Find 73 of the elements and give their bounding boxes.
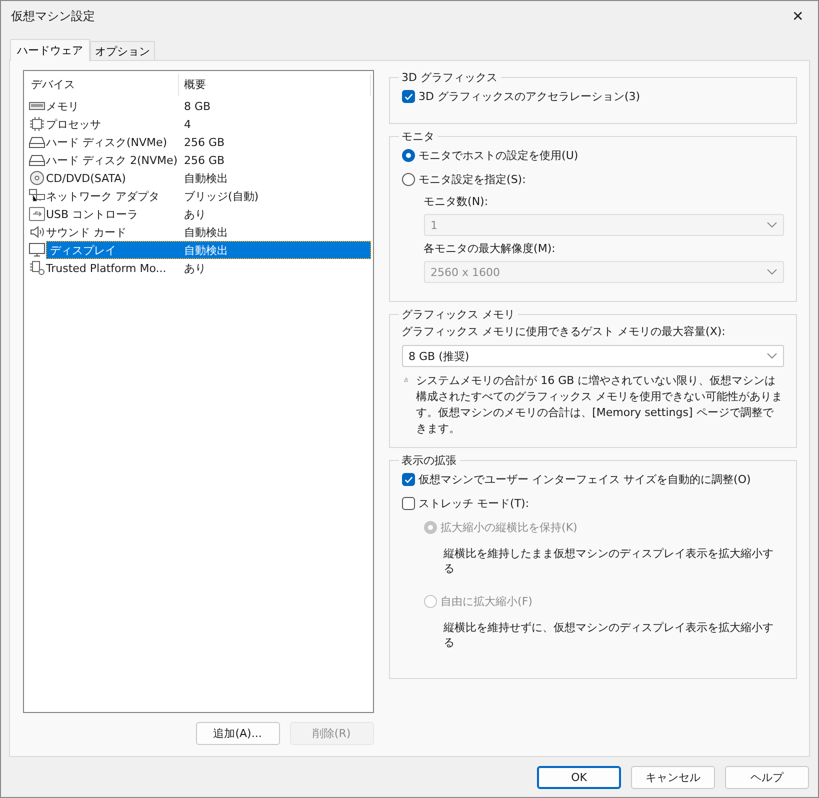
device-summary: 256 GB — [183, 136, 226, 148]
button[interactable]: ヘルプ — [725, 766, 809, 789]
button[interactable]: キャンセル — [631, 766, 715, 789]
device-name: サウンド カード — [46, 224, 126, 240]
device-name: プロセッサ — [46, 116, 101, 132]
device-summary: 4 — [183, 118, 192, 130]
radio-label[interactable]: モニタ設定を指定(S): — [418, 172, 526, 186]
device-name: ハード ディスク(NVMe) — [46, 134, 168, 150]
device-summary: 256 GB — [183, 154, 226, 166]
description-text: 縦横比を維持したまま仮想マシンのディスプレイ表示を拡大縮小する — [442, 546, 775, 577]
radio-button[interactable] — [402, 148, 415, 162]
checkbox[interactable] — [402, 472, 415, 486]
device-name: メモリ — [46, 98, 79, 114]
device-name: ディスプレイ — [50, 242, 116, 258]
button[interactable]: 追加(A)... — [196, 722, 280, 745]
checkbox-label[interactable]: 3D グラフィックスのアクセラレーション(3) — [418, 88, 640, 104]
drive-icon — [29, 135, 45, 149]
group-title: 表示の拡張 — [400, 453, 458, 468]
device-summary: あり — [183, 260, 207, 276]
list-row[interactable]: サウンド カード 自動検出 — [26, 223, 371, 241]
list-row[interactable]: ハード ディスク 2(NVMe) 256 GB — [26, 151, 371, 169]
column-header[interactable]: 概要 — [179, 74, 371, 96]
checkbox[interactable] — [402, 90, 415, 102]
checkbox-label[interactable]: 仮想マシンでユーザー インターフェイス サイズを自動的に調整(O) — [418, 472, 751, 486]
group-title: グラフィックス メモリ — [400, 307, 516, 322]
field-label: モニタ数(N): — [424, 194, 490, 209]
checkbox[interactable] — [402, 496, 415, 510]
group-title: モニタ — [400, 129, 436, 144]
field-label: グラフィックス メモリに使用できるゲスト メモリの最大容量(X): — [402, 324, 726, 339]
network-icon — [29, 189, 45, 203]
device-name: USB コントローラ — [46, 206, 138, 222]
tab[interactable]: オプション — [90, 41, 155, 60]
device-name: ネットワーク アダプタ — [46, 188, 160, 204]
list-row[interactable]: ハード ディスク(NVMe) 256 GB — [26, 133, 371, 151]
field-label: 各モニタの最大解像度(M): — [424, 241, 556, 256]
list-row[interactable]: USB コントローラ あり — [26, 205, 371, 223]
device-summary: 自動検出 — [183, 224, 229, 240]
description-text: 縦横比を維持せずに、仮想マシンのディスプレイ表示を拡大縮小する — [442, 620, 775, 651]
device-name: CD/DVD(SATA) — [46, 172, 126, 184]
list-row[interactable]: Trusted Platform Mo... あり — [26, 259, 371, 277]
button[interactable]: OK — [537, 766, 621, 789]
window-title: 仮想マシン設定 — [11, 8, 95, 24]
device-summary: 8 GB — [183, 100, 212, 112]
list-row[interactable]: ネットワーク アダプタ ブリッジ(自動) — [26, 187, 371, 205]
chevron-icon — [767, 353, 777, 359]
chevron-icon — [767, 269, 777, 275]
close-button[interactable]: ✕ — [788, 8, 808, 24]
radio-button[interactable] — [402, 172, 415, 186]
device-name: Trusted Platform Mo... — [46, 262, 166, 274]
device-summary: あり — [183, 206, 207, 222]
speaker-icon — [29, 225, 45, 239]
warning-text: システムメモリの合計が 16 GB に増やされていない限り、仮想マシンは構成されたすべてのグラフィックス メモリを使用できない可能性があります。仮想マシンのメモリの合計は、[Memory settings] ページで調整できます。 — [416, 373, 784, 437]
device-name: ハード ディスク 2(NVMe) — [46, 152, 178, 168]
column-header[interactable]: デバイス — [26, 74, 179, 96]
memory-module-icon — [29, 99, 45, 113]
device-summary: ブリッジ(自動) — [183, 188, 260, 204]
chevron-icon — [767, 222, 777, 228]
chip-icon — [29, 117, 45, 131]
security-chip-icon — [29, 261, 45, 275]
list-row[interactable]: プロセッサ 4 — [26, 115, 371, 133]
radio-label[interactable]: モニタでホストの設定を使用(U) — [418, 148, 578, 162]
dropdown[interactable]: 8 GB (推奨) — [402, 345, 784, 367]
device-summary: 自動検出 — [183, 170, 229, 186]
device-summary: 自動検出 — [183, 242, 229, 258]
disc-icon — [29, 171, 45, 185]
checkbox-label[interactable]: ストレッチ モード(T): — [418, 496, 530, 510]
tab[interactable]: ハードウェア — [10, 39, 90, 61]
list-row[interactable]: CD/DVD(SATA) 自動検出 — [26, 169, 371, 187]
usb-icon — [29, 207, 45, 221]
list-row[interactable]: メモリ 8 GB — [26, 97, 371, 115]
drive-icon — [29, 153, 45, 167]
group-title: 3D グラフィックス — [400, 70, 498, 85]
monitor-icon — [29, 243, 45, 257]
